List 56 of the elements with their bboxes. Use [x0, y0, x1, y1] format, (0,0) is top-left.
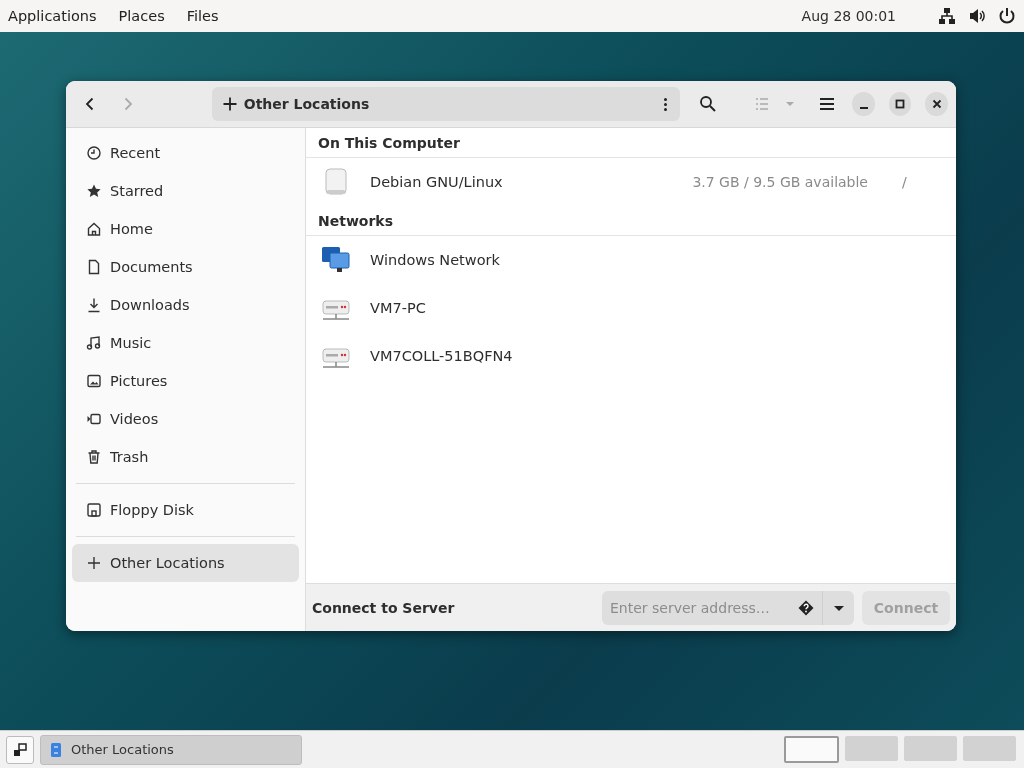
volume-icon	[968, 7, 986, 25]
power-icon	[998, 7, 1016, 25]
workspace-button[interactable]	[784, 736, 839, 763]
floppy-icon	[86, 502, 102, 518]
section-heading: Networks	[306, 206, 956, 236]
minimize-icon	[859, 107, 868, 109]
top-menu[interactable]: Files	[186, 8, 219, 24]
section-heading: On This Computer	[306, 128, 956, 158]
sidebar-item[interactable]: Documents	[72, 248, 299, 286]
home-icon	[86, 221, 102, 237]
trash-icon	[86, 449, 102, 465]
minimize-button[interactable]	[852, 92, 875, 116]
top-menu[interactable]: Applications	[8, 8, 97, 24]
plus-icon	[221, 96, 238, 112]
sidebar-item[interactable]: Downloads	[72, 286, 299, 324]
sidebar-item[interactable]: Recent	[72, 134, 299, 172]
clock-icon	[86, 145, 102, 161]
search-icon	[698, 95, 717, 113]
show-desktop-button[interactable]	[6, 735, 34, 764]
location-label: Other Locations	[243, 96, 371, 112]
close-button[interactable]	[925, 92, 948, 116]
connect-label: Connect to Server	[312, 599, 456, 616]
location-row[interactable]: VM7COLL-51BQFN4	[306, 332, 956, 380]
location-bar[interactable]: Other Locations	[211, 87, 680, 121]
sidebar-item[interactable]: Music	[72, 324, 299, 362]
maximize-button[interactable]	[888, 92, 912, 116]
top-menu[interactable]: Places	[118, 8, 165, 24]
music-icon	[86, 335, 102, 351]
image-icon	[86, 373, 102, 389]
document-icon	[86, 259, 102, 275]
video-icon	[86, 411, 102, 427]
recent-servers-button[interactable]	[822, 590, 854, 625]
star-icon	[86, 183, 102, 199]
close-icon	[931, 99, 942, 109]
location-row[interactable]: Windows Network	[306, 236, 956, 284]
location-row[interactable]: Debian GNU/Linux 3.7 GB / 9.5 GB available /	[306, 158, 956, 206]
sidebar-item[interactable]: Trash	[72, 438, 299, 476]
download-icon	[86, 297, 102, 313]
maximize-icon	[895, 99, 906, 109]
sidebar-item[interactable]: Other Locations	[72, 544, 299, 582]
clock[interactable]: Aug 28 00:01	[801, 8, 896, 24]
windows-icon	[13, 742, 27, 757]
cabinet-icon	[49, 742, 63, 757]
location-row[interactable]: VM7-PC	[306, 284, 956, 332]
sidebar-item[interactable]: Pictures	[72, 362, 299, 400]
sidebar-item[interactable]: Floppy Disk	[72, 491, 299, 529]
list-icon	[753, 96, 770, 112]
sidebar-item[interactable]: Videos	[72, 400, 299, 438]
help-icon	[798, 599, 814, 616]
plus-icon	[86, 555, 102, 571]
network-icon	[938, 7, 956, 25]
more-icon	[664, 97, 668, 111]
sidebar-item[interactable]: Starred	[72, 172, 299, 210]
taskbar-window-button[interactable]: Other Locations	[40, 734, 302, 765]
menu-icon	[818, 96, 835, 112]
sidebar-item[interactable]: Home	[72, 210, 299, 248]
